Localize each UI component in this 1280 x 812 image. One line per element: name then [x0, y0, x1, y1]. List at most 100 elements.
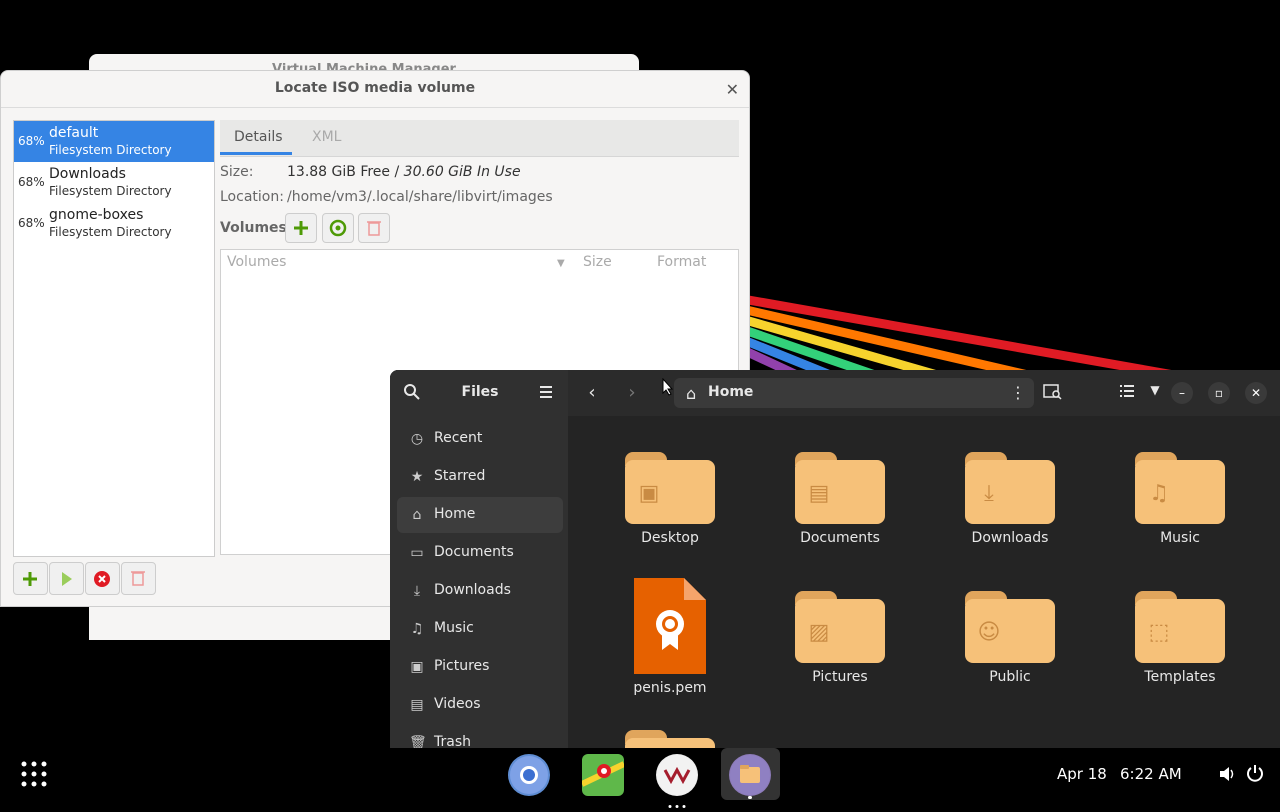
column-header-volumes[interactable]: Volumes: [227, 254, 286, 270]
maximize-icon[interactable]: ▫: [1208, 382, 1230, 404]
sidebar-item-label: Starred: [434, 468, 486, 484]
app-grid-icon[interactable]: [20, 760, 48, 788]
file-item-label: Documents: [800, 530, 880, 546]
tab-details[interactable]: Details: [234, 129, 283, 145]
sidebar-item-starred[interactable]: ★ Starred: [397, 459, 563, 495]
refresh-icon: [329, 219, 347, 237]
size-label: Size:: [220, 164, 254, 180]
documents-folder-icon: ▤: [795, 452, 885, 524]
path-menu-icon[interactable]: ⋮: [1010, 383, 1026, 402]
pool-item-default[interactable]: 68% default Filesystem Directory: [14, 121, 214, 162]
clock-label[interactable]: 6:22 AM: [1120, 765, 1182, 783]
storage-pool-list: 68% default Filesystem Directory 68% Dow…: [13, 120, 215, 557]
power-icon[interactable]: [1246, 764, 1264, 786]
mouse-cursor: [662, 377, 674, 400]
delete-volume-button[interactable]: [358, 213, 390, 243]
volumes-label: Volumes: [220, 220, 287, 236]
pictures-folder-icon: ▨: [795, 591, 885, 663]
pool-type: Filesystem Directory: [49, 225, 172, 239]
file-item-downloads[interactable]: ⤓ Downloads: [940, 452, 1080, 546]
sidebar-item-recent[interactable]: ◷ Recent: [397, 421, 563, 457]
list-view-icon[interactable]: [1118, 383, 1136, 403]
file-item-label: Downloads: [971, 530, 1049, 546]
file-item-pictures[interactable]: ▨ Pictures: [770, 591, 910, 685]
size-value: 13.88 GiB Free / 30.60 GiB In Use: [287, 164, 521, 180]
play-icon: [62, 572, 72, 586]
pool-usage: 68%: [18, 175, 45, 189]
home-icon: ⌂: [686, 384, 697, 403]
path-bar[interactable]: ⌂ Home ⋮: [674, 378, 1034, 408]
music-folder-icon: ♫: [1135, 452, 1225, 524]
size-in-use: 30.60 GiB In Use: [403, 164, 521, 180]
search-folder-icon[interactable]: [1042, 383, 1064, 405]
volume-icon[interactable]: [1218, 765, 1236, 787]
picture-icon: ▣: [410, 659, 424, 675]
sidebar-item-home[interactable]: ⌂ Home: [397, 497, 563, 533]
pool-name: default: [49, 125, 99, 141]
size-free: 13.88 GiB Free /: [287, 164, 404, 180]
desktop-folder-icon: ▣: [625, 452, 715, 524]
delete-pool-button[interactable]: [121, 562, 156, 595]
music-icon: ♫: [410, 621, 424, 637]
sidebar-item-label: Pictures: [434, 658, 490, 674]
dialog-header: Locate ISO media volume ✕: [1, 71, 749, 108]
certificate-file-icon: [634, 578, 706, 674]
refresh-volumes-button[interactable]: [322, 213, 354, 243]
sidebar-item-pictures[interactable]: ▣ Pictures: [397, 649, 563, 685]
sidebar-item-documents[interactable]: ▭ Documents: [397, 535, 563, 571]
files-window: Files ◷ Recent ★ Starred ⌂ Home ▭ Docume…: [390, 370, 1280, 750]
close-icon[interactable]: ✕: [1245, 382, 1267, 404]
file-item-partial[interactable]: [600, 730, 740, 750]
sidebar-item-label: Recent: [434, 430, 483, 446]
file-item-label: Templates: [1144, 669, 1216, 685]
tab-xml[interactable]: XML: [312, 129, 341, 145]
file-item-label: Desktop: [641, 530, 699, 546]
star-icon: ★: [410, 469, 424, 485]
virt-manager-icon[interactable]: [656, 754, 698, 796]
file-item-templates[interactable]: ⬚ Templates: [1110, 591, 1250, 685]
sidebar-item-label: Documents: [434, 544, 514, 560]
sidebar-item-downloads[interactable]: ⤓ Downloads: [397, 573, 563, 609]
sidebar-item-videos[interactable]: ▤ Videos: [397, 687, 563, 723]
add-pool-button[interactable]: [13, 562, 48, 595]
trash-icon: [131, 571, 145, 586]
file-item-documents[interactable]: ▤ Documents: [770, 452, 910, 546]
view-options-chevron-down-icon[interactable]: ▼: [1146, 383, 1164, 397]
minimize-icon[interactable]: –: [1171, 382, 1193, 404]
download-icon: ⤓: [413, 583, 421, 599]
search-icon[interactable]: [402, 383, 422, 405]
file-item-desktop[interactable]: ▣ Desktop: [600, 452, 740, 546]
location-label: Location:: [220, 189, 284, 205]
pool-name: Downloads: [49, 166, 126, 182]
taskbar: Apr 18 6:22 AM: [0, 748, 1280, 808]
folder-icon: [625, 730, 715, 750]
pool-item-gnome-boxes[interactable]: 68% gnome-boxes Filesystem Directory: [14, 203, 214, 244]
sidebar-item-music[interactable]: ♫ Music: [397, 611, 563, 647]
sidebar-item-trash[interactable]: 🗑 Trash: [397, 725, 563, 750]
file-item-music[interactable]: ♫ Music: [1110, 452, 1250, 546]
date-label[interactable]: Apr 18: [1057, 765, 1107, 783]
file-item-public[interactable]: ☺ Public: [940, 591, 1080, 685]
forward-arrow-icon[interactable]: ›: [624, 382, 640, 403]
home-icon: ⌂: [412, 507, 422, 523]
stop-pool-button[interactable]: [85, 562, 120, 595]
public-folder-icon: ☺: [965, 591, 1055, 663]
files-app-icon[interactable]: [729, 754, 771, 796]
close-icon[interactable]: ✕: [726, 80, 739, 99]
sidebar-item-label: Videos: [434, 696, 481, 712]
pool-name: gnome-boxes: [49, 207, 144, 223]
back-arrow-icon[interactable]: ‹: [584, 382, 600, 403]
add-volume-button[interactable]: [285, 213, 317, 243]
hamburger-menu-icon[interactable]: [536, 382, 556, 406]
templates-folder-icon: ⬚: [1135, 591, 1225, 663]
plus-icon: [294, 221, 308, 235]
path-label: Home: [708, 384, 754, 400]
files-title: Files: [461, 384, 499, 400]
column-header-format[interactable]: Format: [657, 254, 706, 270]
chromium-icon[interactable]: [508, 754, 550, 796]
start-pool-button[interactable]: [49, 562, 84, 595]
pool-item-downloads[interactable]: 68% Downloads Filesystem Directory: [14, 162, 214, 203]
column-header-size[interactable]: Size: [583, 254, 612, 270]
file-item-pem[interactable]: penis.pem: [600, 578, 740, 696]
maps-icon[interactable]: [580, 754, 626, 796]
